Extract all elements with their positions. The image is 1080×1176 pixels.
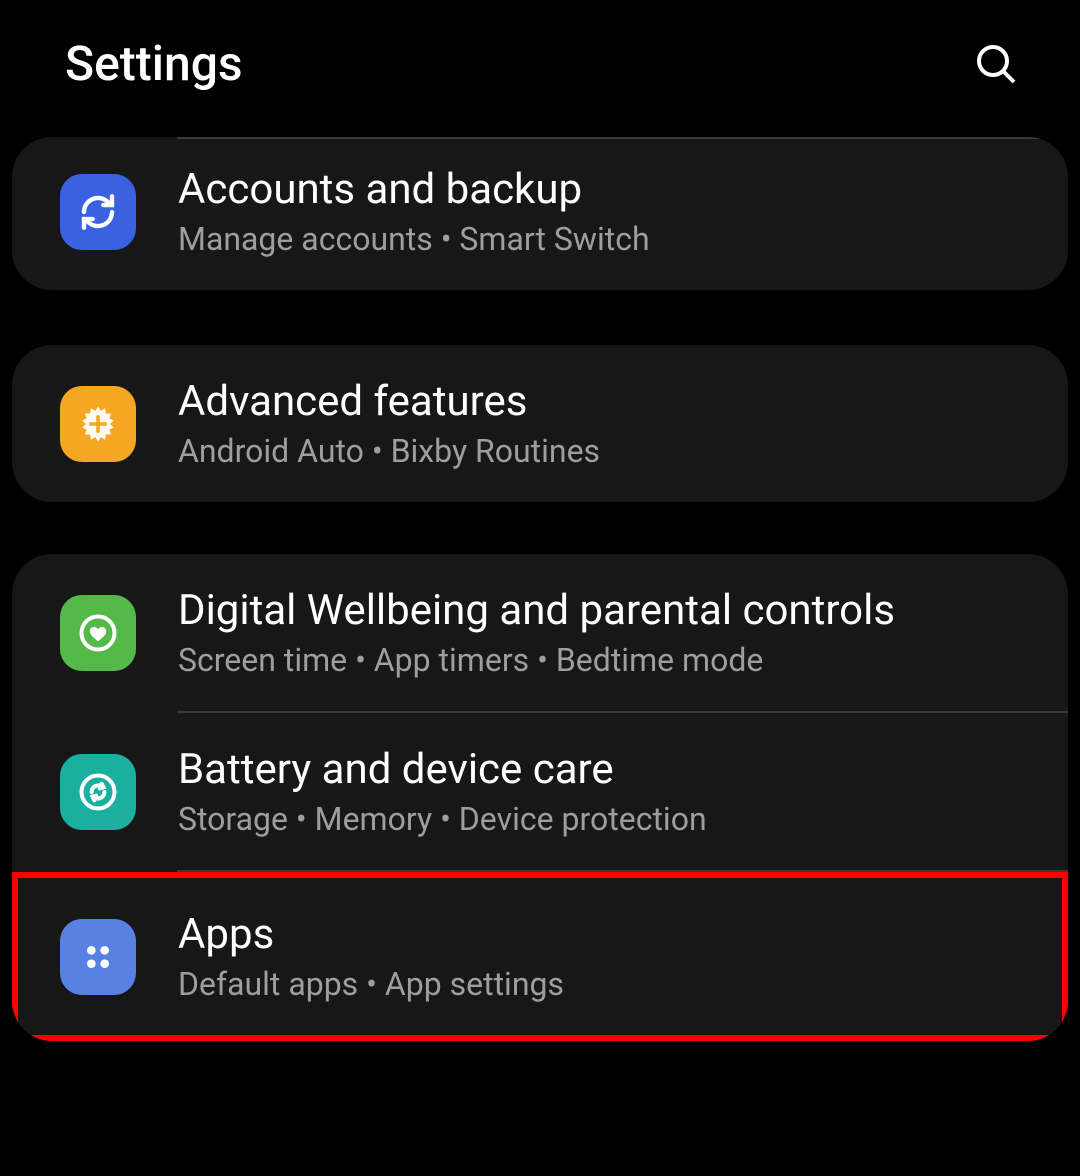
item-subtitle: Android Auto • Bixby Routines [178, 432, 600, 470]
item-text: Digital Wellbeing and parental controls … [178, 586, 895, 679]
item-title: Apps [178, 910, 564, 959]
item-text: Accounts and backup Manage accounts • Sm… [178, 165, 650, 258]
grid-dots-icon [60, 919, 136, 995]
search-icon[interactable] [972, 40, 1020, 88]
item-title: Digital Wellbeing and parental controls [178, 586, 895, 635]
settings-item-accounts-backup[interactable]: Accounts and backup Manage accounts • Sm… [12, 139, 1068, 290]
page-title: Settings [65, 35, 243, 92]
settings-group: Advanced features Android Auto • Bixby R… [12, 345, 1068, 502]
plus-gear-icon [60, 386, 136, 462]
settings-group: Digital Wellbeing and parental controls … [12, 554, 1068, 1041]
item-subtitle: Manage accounts • Smart Switch [178, 220, 650, 258]
settings-group: Accounts and backup Manage accounts • Sm… [12, 137, 1068, 290]
item-subtitle: Storage • Memory • Device protection [178, 800, 707, 838]
settings-header: Settings [0, 0, 1080, 137]
item-title: Advanced features [178, 377, 600, 426]
refresh-circle-icon [60, 754, 136, 830]
settings-item-digital-wellbeing[interactable]: Digital Wellbeing and parental controls … [12, 554, 1068, 711]
item-text: Advanced features Android Auto • Bixby R… [178, 377, 600, 470]
item-title: Accounts and backup [178, 165, 650, 214]
item-subtitle: Default apps • App settings [178, 965, 564, 1003]
settings-item-advanced-features[interactable]: Advanced features Android Auto • Bixby R… [12, 345, 1068, 502]
settings-item-apps[interactable]: Apps Default apps • App settings [12, 872, 1068, 1041]
item-title: Battery and device care [178, 745, 707, 794]
heart-circle-icon [60, 595, 136, 671]
sync-icon [60, 174, 136, 250]
settings-item-battery-device-care[interactable]: Battery and device care Storage • Memory… [12, 713, 1068, 870]
item-text: Battery and device care Storage • Memory… [178, 745, 707, 838]
item-text: Apps Default apps • App settings [178, 910, 564, 1003]
item-subtitle: Screen time • App timers • Bedtime mode [178, 641, 895, 679]
